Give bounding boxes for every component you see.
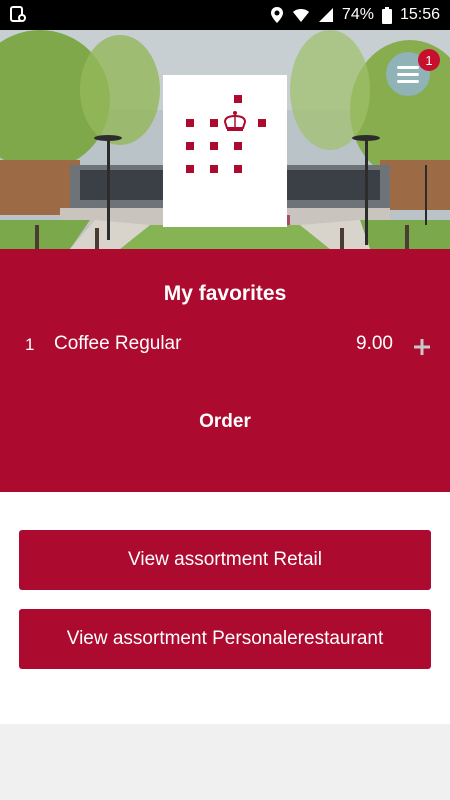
favorite-name: Coffee Regular xyxy=(54,333,182,354)
plus-icon[interactable] xyxy=(412,337,432,357)
view-assortment-retail-button[interactable]: View assortment Retail xyxy=(19,530,431,590)
wifi-icon xyxy=(292,7,310,23)
battery-percent: 74% xyxy=(341,6,374,23)
notification-badge: 1 xyxy=(418,49,440,71)
favorite-quantity: 1 xyxy=(25,335,35,354)
assortment-section: View assortment Retail View assortment P… xyxy=(0,492,450,724)
battery-icon xyxy=(381,6,392,24)
hero-image xyxy=(0,30,450,249)
favorite-price: 9.00 xyxy=(356,333,393,354)
status-bar: 74% 15:56 xyxy=(0,0,450,30)
hamburger-menu-icon xyxy=(397,62,419,87)
view-assortment-personalerestaurant-button[interactable]: View assortment Personalerestaurant xyxy=(19,609,431,669)
favorites-panel: My favorites 1 Coffee Regular 9.00 Order xyxy=(0,249,450,492)
brand-logo xyxy=(163,75,287,227)
favorites-title: My favorites xyxy=(163,282,287,305)
personal-button-label: View assortment Personalerestaurant xyxy=(66,628,384,649)
order-button[interactable]: Order xyxy=(150,404,300,440)
location-icon xyxy=(270,6,284,24)
clock: 15:56 xyxy=(399,6,440,23)
retail-button-label: View assortment Retail xyxy=(128,549,322,570)
signal-icon xyxy=(318,7,334,23)
notification-icon xyxy=(10,6,26,23)
crown-icon xyxy=(223,111,247,131)
favorite-item: 1 Coffee Regular 9.00 xyxy=(0,332,450,360)
